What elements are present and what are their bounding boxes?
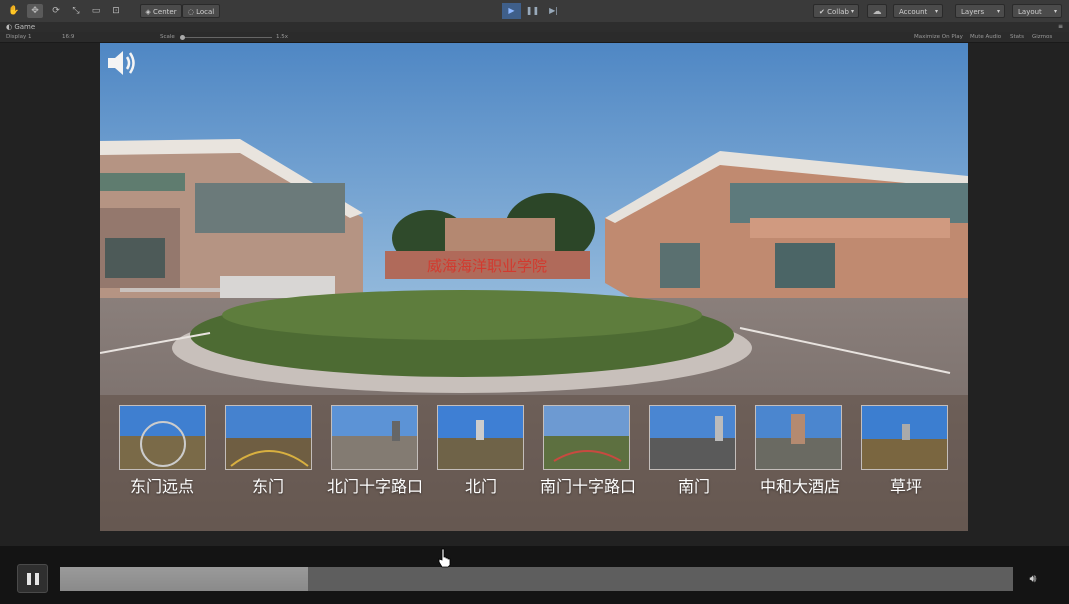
layout-dropdown[interactable]: Layout ▾ xyxy=(1012,4,1062,18)
maximize-on-play-toggle[interactable]: Maximize On Play xyxy=(914,32,963,42)
game-view-tab[interactable]: ◐ Game ≡ xyxy=(0,22,1069,32)
thumbnail-label-6[interactable]: 中和大酒店 xyxy=(740,477,860,497)
space-local-button[interactable]: ◌ Local xyxy=(182,4,220,18)
thumbnail-image xyxy=(332,406,417,469)
rotate-tool-icon[interactable]: ⟳ xyxy=(48,4,64,18)
collab-check-icon: ✔ xyxy=(819,8,825,16)
collab-label: Collab xyxy=(827,8,849,16)
thumbnail-label-7[interactable]: 草坪 xyxy=(846,477,966,497)
move-tool-icon[interactable]: ✥ xyxy=(27,4,43,18)
chevron-down-icon: ▾ xyxy=(996,8,1000,15)
scale-label: Scale xyxy=(160,34,175,40)
play-controls: ▶ ❚❚ ▶| xyxy=(502,3,563,19)
game-tab-title: Game xyxy=(14,23,36,31)
volume-icon[interactable]: 🔊︎ xyxy=(1021,568,1045,590)
space-icon: ◌ xyxy=(187,8,194,16)
pause-button[interactable] xyxy=(17,564,48,593)
thumbnail-label-1[interactable]: 东门 xyxy=(208,477,328,497)
hand-tool-icon[interactable]: ✋ xyxy=(6,4,22,18)
chevron-down-icon: ▾ xyxy=(1053,8,1057,15)
account-dropdown[interactable]: Account ▾ xyxy=(893,4,943,18)
video-player-controls: 🔊︎ xyxy=(0,546,1069,604)
thumbnail-image xyxy=(438,406,523,469)
thumbnail-image xyxy=(756,406,841,469)
thumbnail-label-4[interactable]: 南门十字路口 xyxy=(528,477,648,497)
pivot-center-button[interactable]: ◈ Center xyxy=(140,4,182,18)
thumbnail-label-0[interactable]: 东门远点 xyxy=(102,477,222,497)
thumbnail-0[interactable] xyxy=(119,405,206,470)
thumbnail-label-5[interactable]: 南门 xyxy=(634,477,754,497)
thumbnail-2[interactable] xyxy=(331,405,418,470)
thumbnail-1[interactable] xyxy=(225,405,312,470)
scale-tool-icon[interactable]: ⤡ xyxy=(68,4,84,18)
scene-thumbnail-panel: 东门远点 东门 北门十字路口 北门 南门十字路口 南门 中和大酒店 草坪 xyxy=(100,395,968,531)
thumbnail-5[interactable] xyxy=(649,405,736,470)
thumbnail-3[interactable] xyxy=(437,405,524,470)
thumbnail-image xyxy=(862,406,947,469)
chevron-down-icon: ▾ xyxy=(850,8,854,15)
account-label: Account xyxy=(899,8,928,16)
aspect-dropdown[interactable]: 16:9 xyxy=(62,32,74,42)
game-tab-icon: ◐ xyxy=(6,23,13,31)
rect-tool-icon[interactable]: ▭ xyxy=(88,4,104,18)
transform-tool-icon[interactable]: ⊡ xyxy=(108,4,124,18)
scale-value: 1.5x xyxy=(276,34,289,40)
scale-slider-track[interactable] xyxy=(182,37,272,38)
pivot-icon: ◈ xyxy=(145,8,151,16)
thumbnail-label-3[interactable]: 北门 xyxy=(421,477,541,497)
layers-dropdown[interactable]: Layers ▾ xyxy=(955,4,1005,18)
campus-sign-text: 威海海洋职业学院 xyxy=(427,257,547,275)
thumbnail-image xyxy=(120,406,205,469)
play-icon[interactable]: ▶ xyxy=(502,3,521,19)
mute-audio-toggle[interactable]: Mute Audio xyxy=(970,32,1001,42)
thumbnail-4[interactable] xyxy=(543,405,630,470)
panorama-scene[interactable]: 威海海洋职业学院 东门远点 东门 北门十字路口 北门 南门十字路口 南门 中和大… xyxy=(100,43,968,531)
game-view-bar: Display 1 16:9 Scale 1.5x Maximize On Pl… xyxy=(0,32,1069,43)
stats-toggle[interactable]: Stats xyxy=(1010,32,1024,42)
progress-fill xyxy=(60,567,308,591)
chevron-down-icon: ▾ xyxy=(934,8,938,15)
progress-bar[interactable] xyxy=(60,567,1013,591)
pivot-center-label: Center xyxy=(153,8,177,16)
display-dropdown[interactable]: Display 1 xyxy=(6,32,32,42)
cloud-icon[interactable]: ☁ xyxy=(867,4,887,18)
pause-icon xyxy=(27,573,31,585)
pause-icon xyxy=(35,573,39,585)
scale-slider-handle[interactable] xyxy=(180,35,185,40)
hand-cursor-icon xyxy=(438,548,451,568)
thumbnail-label-2[interactable]: 北门十字路口 xyxy=(315,477,435,497)
thumbnail-7[interactable] xyxy=(861,405,948,470)
layers-label: Layers xyxy=(961,8,985,16)
thumbnail-image xyxy=(650,406,735,469)
unity-toolbar: ✋ ✥ ⟳ ⤡ ▭ ⊡ ◈ Center ◌ Local ▶ ❚❚ ▶| ✔ C… xyxy=(0,0,1069,23)
gizmos-dropdown[interactable]: Gizmos xyxy=(1032,32,1052,42)
layout-label: Layout xyxy=(1018,8,1042,16)
step-icon[interactable]: ▶| xyxy=(544,3,563,19)
game-viewport: 威海海洋职业学院 东门远点 东门 北门十字路口 北门 南门十字路口 南门 中和大… xyxy=(0,43,1069,546)
thumbnail-image xyxy=(544,406,629,469)
thumbnail-image xyxy=(226,406,311,469)
pause-icon[interactable]: ❚❚ xyxy=(523,3,542,19)
collab-dropdown[interactable]: ✔ Collab ▾ xyxy=(813,4,859,18)
thumbnail-6[interactable] xyxy=(755,405,842,470)
speaker-icon[interactable] xyxy=(100,43,140,83)
tab-menu-icon[interactable]: ≡ xyxy=(1058,22,1063,32)
space-local-label: Local xyxy=(196,8,215,16)
